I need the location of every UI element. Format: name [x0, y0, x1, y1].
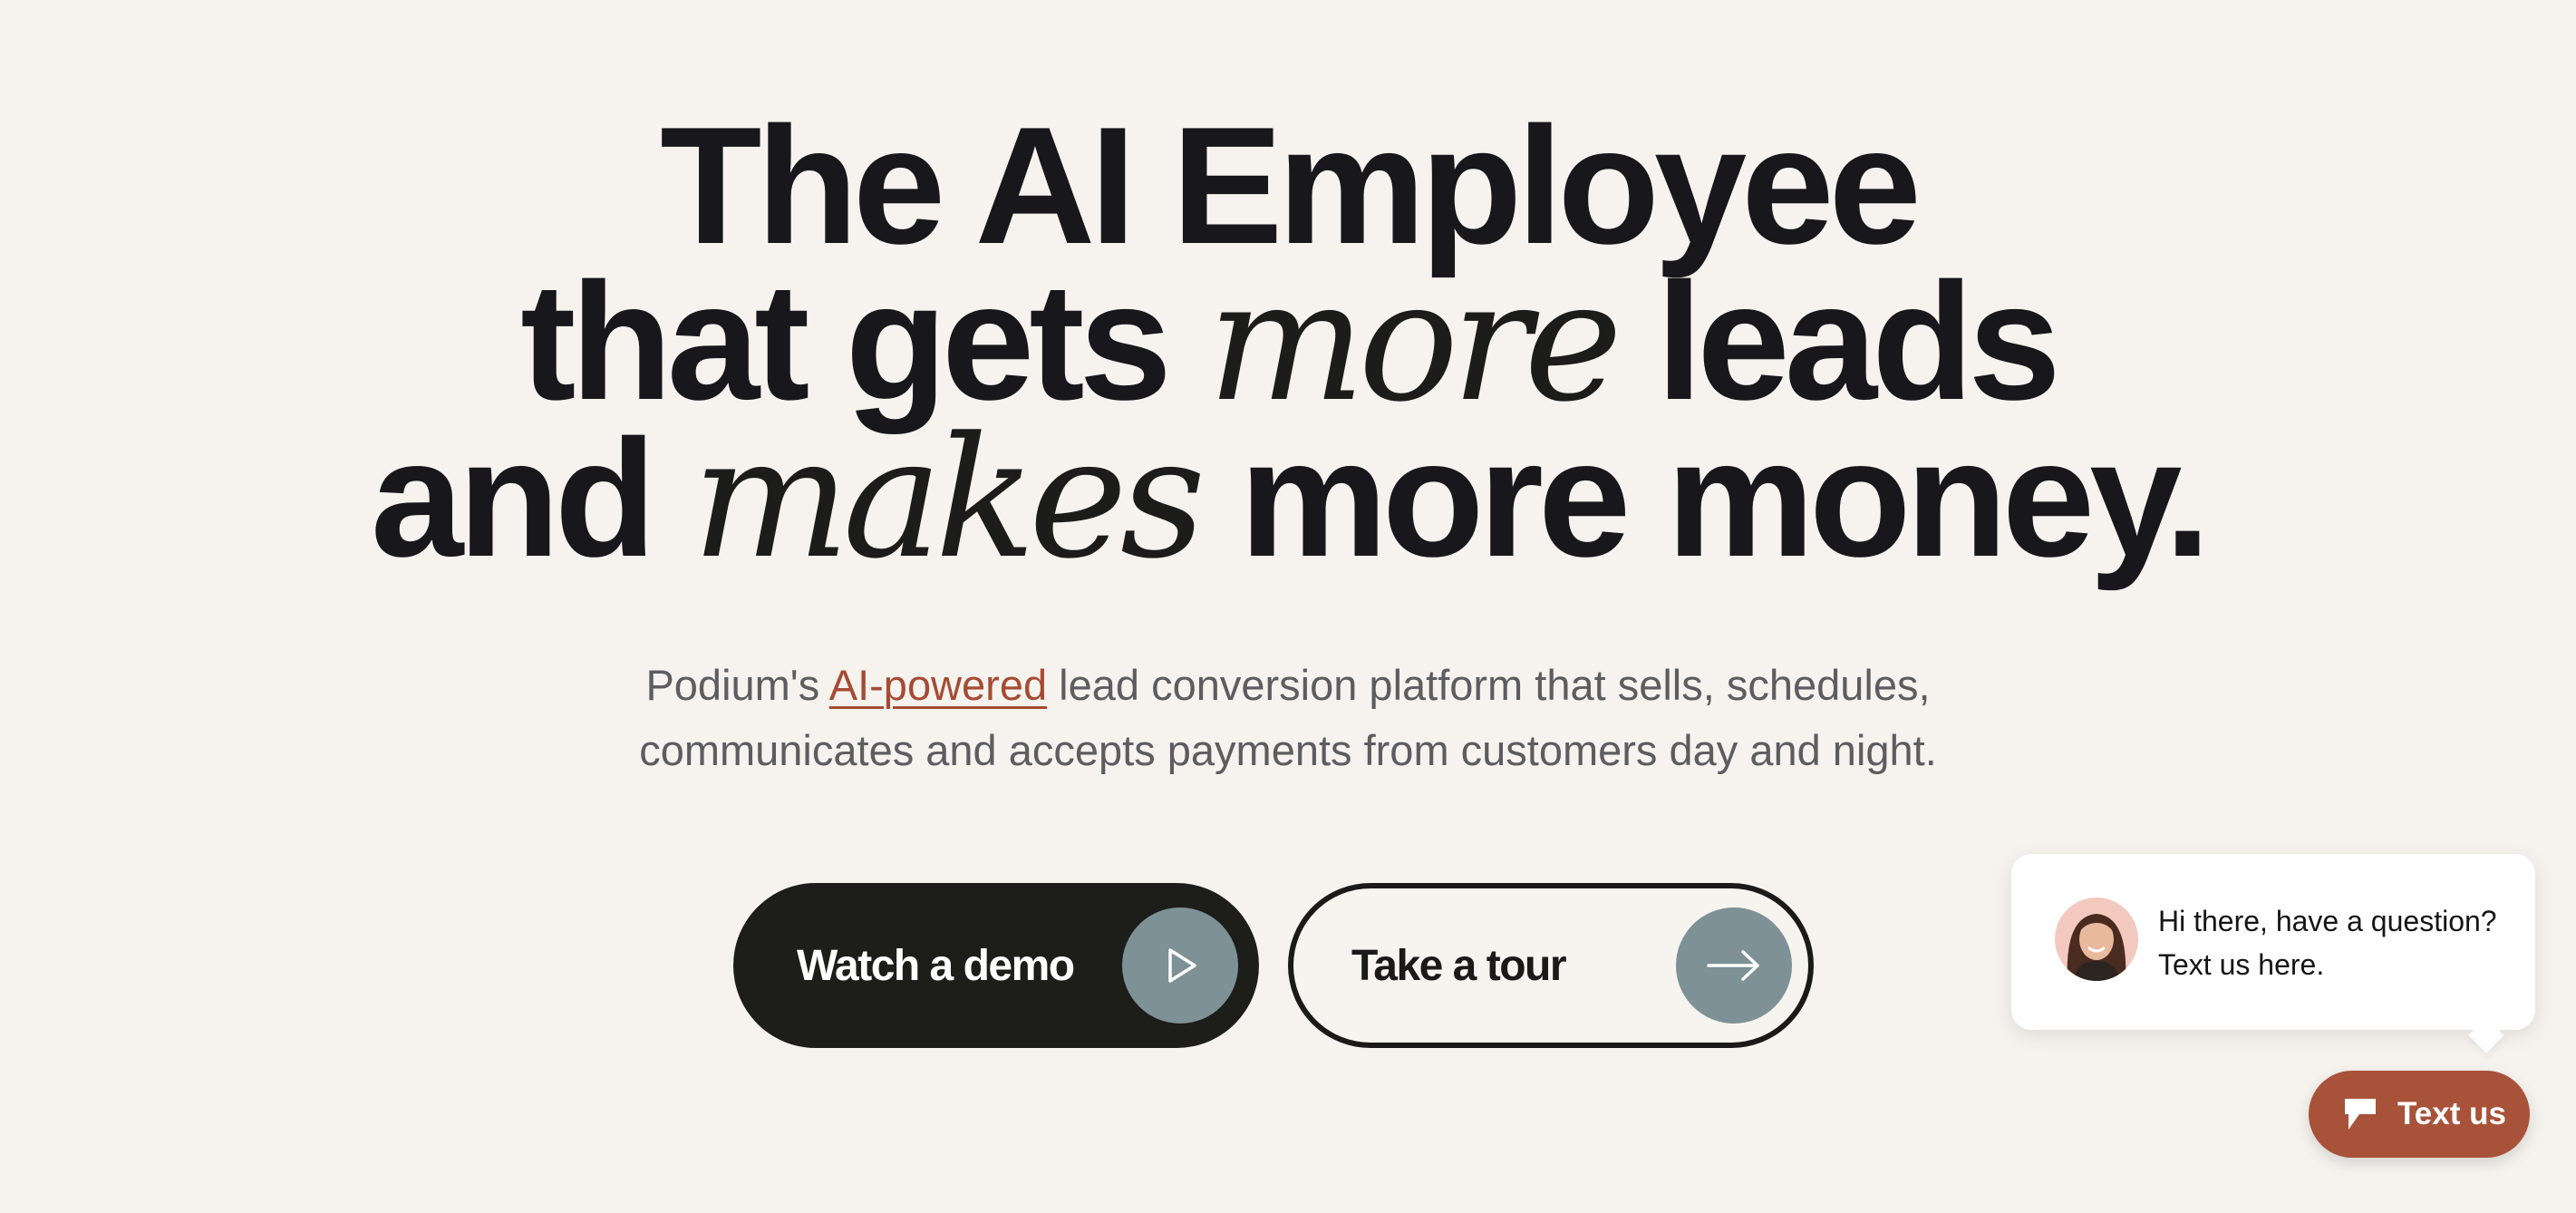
hero-heading: The AI Employee that gets more leads and… — [0, 102, 2576, 582]
arrow-right-icon — [1676, 907, 1792, 1024]
hero-emphasis-makes: makes — [692, 402, 1206, 596]
hero-line-3-end: more money. — [1198, 404, 2211, 591]
hero-line-1: The AI Employee — [0, 102, 2576, 268]
chat-prompt-bubble[interactable]: Hi there, have a question? Text us here. — [2011, 854, 2535, 1053]
hero-line-2: that gets more leads — [0, 257, 2576, 425]
subtitle-line-1: Podium's AI-powered lead conversion plat… — [0, 653, 2576, 718]
watch-demo-label: Watch a demo — [797, 941, 1075, 990]
hero-line-3: and makes more money. — [0, 414, 2576, 582]
landing-page: The AI Employee that gets more leads and… — [0, 0, 2576, 1213]
take-tour-label: Take a tour — [1351, 941, 1567, 990]
chat-bubble-tail — [2468, 1017, 2504, 1053]
text-us-label: Text us — [2397, 1096, 2506, 1131]
subtitle-prefix: Podium's — [645, 661, 829, 709]
ai-powered-link[interactable]: AI-powered — [829, 661, 1047, 709]
play-icon — [1122, 907, 1238, 1024]
hero-subtitle: Podium's AI-powered lead conversion plat… — [0, 653, 2576, 783]
subtitle-line-2: communicates and accepts payments from c… — [639, 726, 1937, 774]
chat-prompt-message: Hi there, have a question? Text us here. — [2158, 905, 2497, 981]
take-tour-button[interactable]: Take a tour — [1288, 883, 1814, 1048]
subtitle-line-1-rest: lead conversion platform that sells, sch… — [1047, 661, 1931, 709]
support-agent-avatar — [2055, 898, 2138, 981]
watch-demo-button[interactable]: Watch a demo — [733, 883, 1259, 1048]
hero-line-3-start: and — [371, 404, 692, 591]
podium-chat-icon — [2341, 1095, 2379, 1133]
text-us-button[interactable]: Text us — [2309, 1071, 2530, 1158]
